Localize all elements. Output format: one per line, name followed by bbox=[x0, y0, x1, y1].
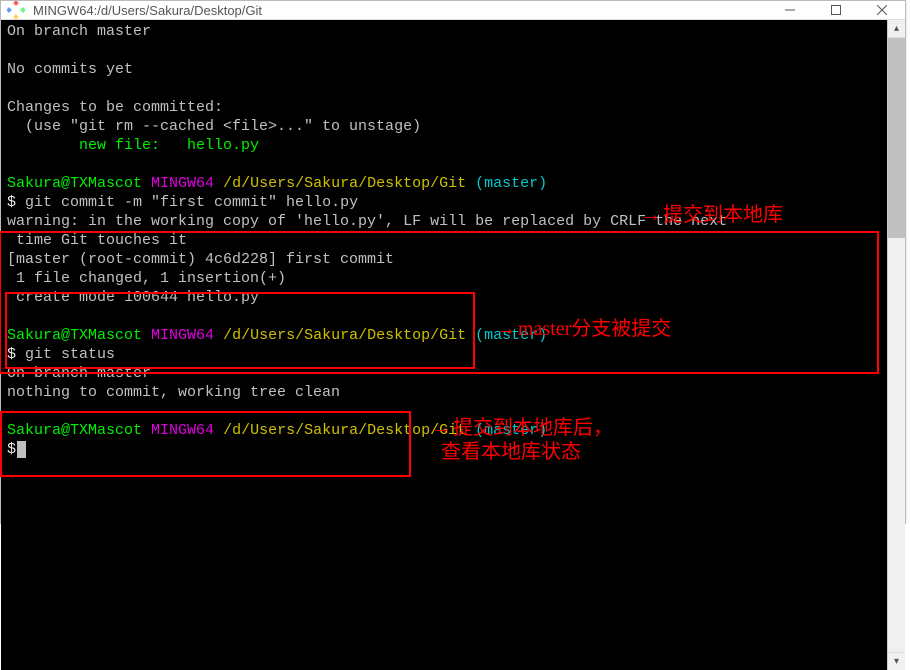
status-line: Changes to be committed: bbox=[7, 99, 223, 116]
app-icon bbox=[7, 1, 25, 19]
scroll-thumb[interactable] bbox=[888, 38, 905, 238]
prompt-path: /d/Users/Sakura/Desktop/Git bbox=[223, 327, 466, 344]
commit-result: create mode 100644 hello.py bbox=[7, 289, 259, 306]
terminal[interactable]: On branch master No commits yet Changes … bbox=[1, 20, 869, 670]
prompt-shell: MINGW64 bbox=[151, 422, 214, 439]
commit-command: git commit -m "first commit" hello.py bbox=[25, 194, 358, 211]
status-line: nothing to commit, working tree clean bbox=[7, 384, 340, 401]
cmd-prefix: $ bbox=[7, 346, 25, 363]
status-line: No commits yet bbox=[7, 61, 133, 78]
prompt-branch: (master) bbox=[475, 422, 547, 439]
minimize-button[interactable] bbox=[767, 1, 813, 19]
cmd-prefix: $ bbox=[7, 194, 25, 211]
annotation-label: 查看本地库状态 bbox=[441, 441, 581, 463]
prompt-user: Sakura@TXMascot bbox=[7, 422, 142, 439]
new-file-name: hello.py bbox=[187, 137, 259, 154]
annotation-box bbox=[0, 411, 411, 477]
cmd-prefix: $ bbox=[7, 441, 16, 458]
prompt-branch: (master) bbox=[475, 175, 547, 192]
prompt-user: Sakura@TXMascot bbox=[7, 327, 142, 344]
commit-warning: warning: in the working copy of 'hello.p… bbox=[7, 213, 727, 249]
status-command: git status bbox=[25, 346, 115, 363]
prompt-branch: (master) bbox=[475, 327, 547, 344]
terminal-area: On branch master No commits yet Changes … bbox=[1, 20, 905, 670]
status-line: On branch master bbox=[7, 365, 151, 382]
status-line: (use "git rm --cached <file>..." to unst… bbox=[7, 118, 421, 135]
status-line: On branch master bbox=[7, 23, 151, 40]
titlebar: MINGW64:/d/Users/Sakura/Desktop/Git bbox=[1, 1, 905, 20]
window-title: MINGW64:/d/Users/Sakura/Desktop/Git bbox=[31, 3, 767, 18]
prompt-shell: MINGW64 bbox=[151, 327, 214, 344]
maximize-button[interactable] bbox=[813, 1, 859, 19]
scroll-down-button[interactable]: ▾ bbox=[888, 652, 905, 670]
prompt-path: /d/Users/Sakura/Desktop/Git bbox=[223, 422, 466, 439]
commit-result: [master (root-commit) 4c6d228] first com… bbox=[7, 251, 394, 268]
scroll-up-button[interactable]: ▴ bbox=[888, 20, 905, 38]
commit-result: 1 file changed, 1 insertion(+) bbox=[7, 270, 286, 287]
window-controls bbox=[767, 1, 905, 19]
new-file-label: new file: bbox=[7, 137, 187, 154]
prompt-user: Sakura@TXMascot bbox=[7, 175, 142, 192]
close-button[interactable] bbox=[859, 1, 905, 19]
prompt-shell: MINGW64 bbox=[151, 175, 214, 192]
app-window: MINGW64:/d/Users/Sakura/Desktop/Git On b… bbox=[0, 0, 906, 524]
cursor-icon bbox=[17, 441, 26, 458]
prompt-path: /d/Users/Sakura/Desktop/Git bbox=[223, 175, 466, 192]
scrollbar[interactable]: ▴ ▾ bbox=[887, 20, 905, 670]
